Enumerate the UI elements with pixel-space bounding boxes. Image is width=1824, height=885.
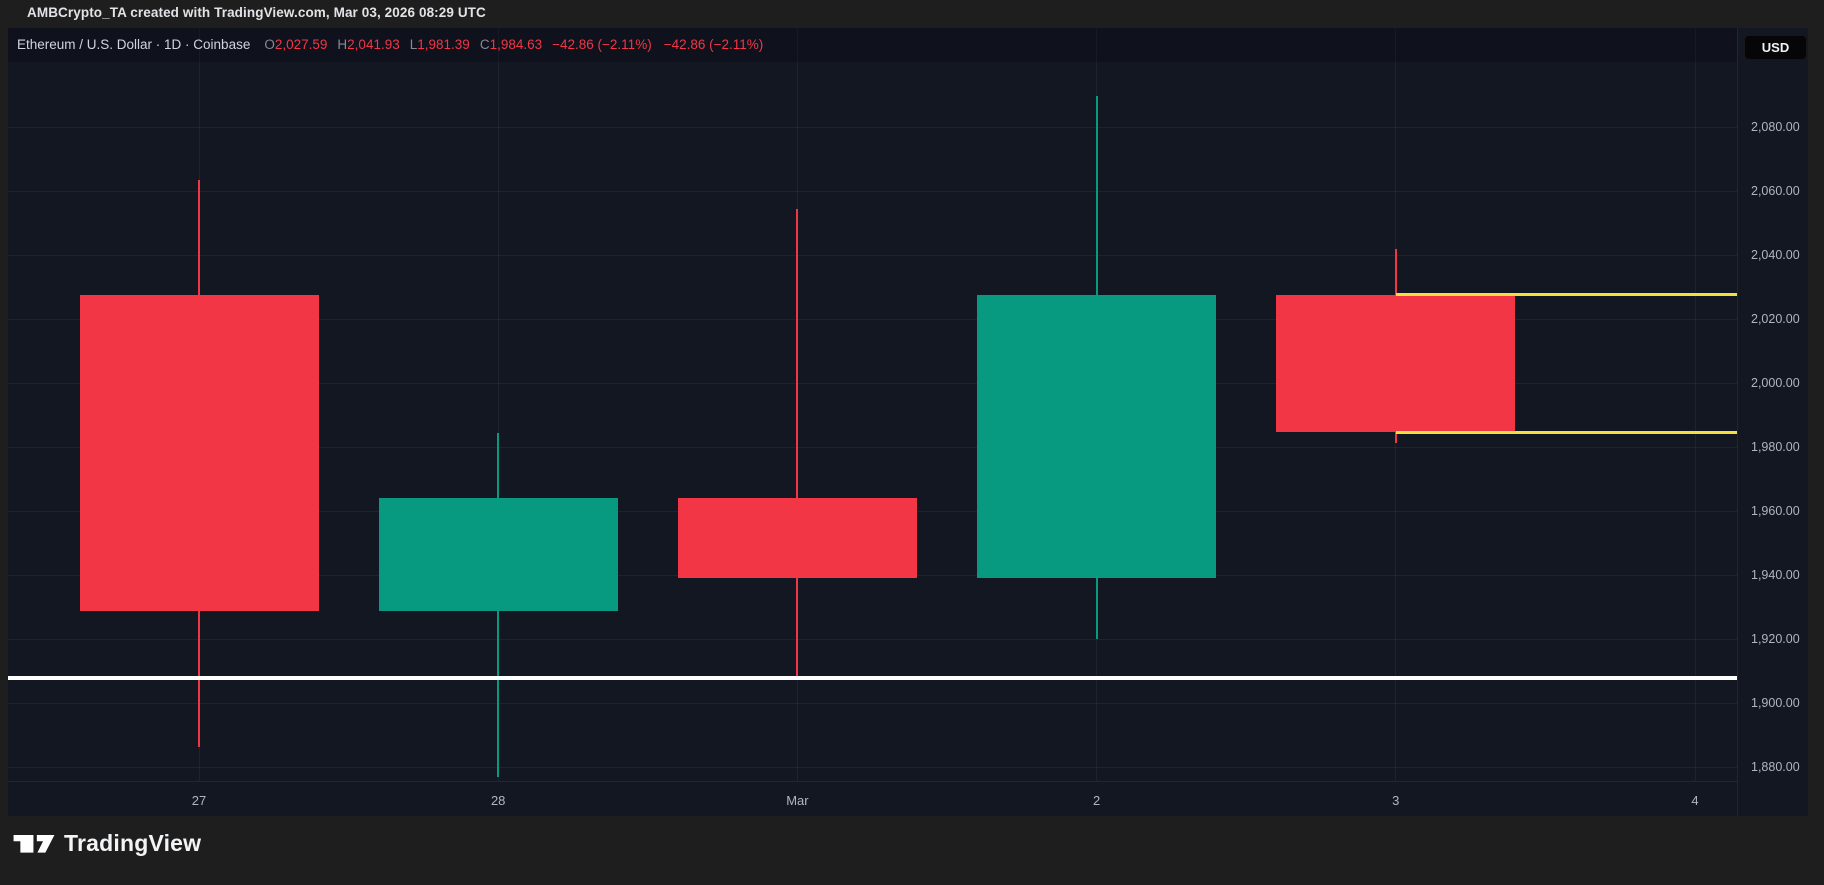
change-absolute-percent: −42.86 (−2.11%): [552, 37, 652, 52]
v-gridline: [1695, 28, 1696, 781]
footer: TradingView: [13, 830, 201, 857]
x-tick-label: 27: [192, 793, 206, 808]
h-gridline: [8, 703, 1737, 704]
plot-area[interactable]: [8, 28, 1737, 816]
symbol-legend: Ethereum / U.S. Dollar · 1D · Coinbase O…: [17, 37, 775, 52]
ohlc-high: H2,041.93: [337, 37, 399, 52]
h-gridline: [8, 127, 1737, 128]
tradingview-logo-text: TradingView: [64, 830, 201, 857]
chart-widget: Ethereum / U.S. Dollar · 1D · Coinbase O…: [8, 28, 1808, 816]
ohlc-open: O2,027.59: [264, 37, 327, 52]
candle-wick: [796, 209, 798, 678]
x-tick-label: 4: [1691, 793, 1698, 808]
tradingview-logo-icon: [13, 831, 55, 856]
h-gridline: [8, 191, 1737, 192]
h-gridline: [8, 639, 1737, 640]
candle-body: [977, 295, 1216, 578]
price-line[interactable]: [8, 676, 1737, 680]
x-tick-label: 3: [1392, 793, 1399, 808]
price-line[interactable]: [1396, 431, 1737, 434]
y-tick-label: 1,960.00: [1751, 504, 1809, 518]
tradingview-screenshot: AMBCrypto_TA created with TradingView.co…: [0, 0, 1824, 885]
attribution-bar: AMBCrypto_TA created with TradingView.co…: [27, 5, 486, 25]
candle-body: [379, 498, 618, 611]
y-tick-label: 1,980.00: [1751, 440, 1809, 454]
x-tick-label: 28: [491, 793, 505, 808]
y-tick-label: 2,040.00: [1751, 248, 1809, 262]
time-axis[interactable]: 27 28 Mar 2 3 4: [8, 781, 1737, 817]
change-absolute-percent-2: −42.86 (−2.11%): [664, 37, 764, 52]
y-tick-label: 1,880.00: [1751, 760, 1809, 774]
y-tick-label: 2,000.00: [1751, 376, 1809, 390]
y-tick-label: 1,900.00: [1751, 696, 1809, 710]
candle-body: [80, 295, 319, 611]
y-tick-label: 1,920.00: [1751, 632, 1809, 646]
x-tick-label: 2: [1093, 793, 1100, 808]
h-gridline: [8, 255, 1737, 256]
ohlc-close: C1,984.63: [480, 37, 542, 52]
y-tick-label: 2,020.00: [1751, 312, 1809, 326]
price-axis[interactable]: 2,080.00 2,060.00 2,040.00 2,020.00 2,000.00…: [1737, 28, 1809, 816]
price-line[interactable]: [1396, 293, 1737, 296]
y-tick-label: 1,940.00: [1751, 568, 1809, 582]
candle-body: [678, 498, 917, 578]
symbol-title[interactable]: Ethereum / U.S. Dollar · 1D · Coinbase: [17, 37, 250, 52]
candle-body: [1276, 295, 1515, 432]
ohlc-low: L1,981.39: [410, 37, 470, 52]
y-tick-label: 2,080.00: [1751, 120, 1809, 134]
y-tick-label: 2,060.00: [1751, 184, 1809, 198]
h-gridline: [8, 767, 1737, 768]
x-tick-label: Mar: [786, 793, 808, 808]
